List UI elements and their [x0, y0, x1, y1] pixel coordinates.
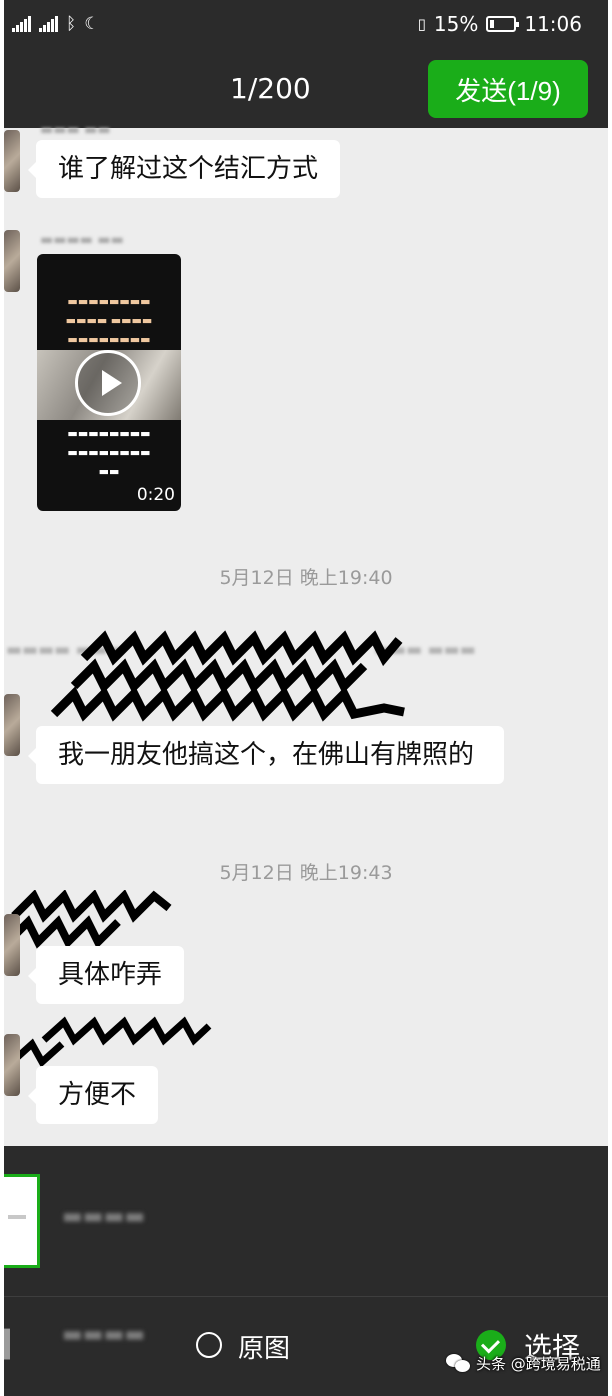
original-image-radio[interactable] [196, 1332, 222, 1358]
timestamp: 5月12日 晚上19:43 [219, 862, 393, 884]
avatar[interactable] [4, 914, 20, 976]
divider [4, 1296, 608, 1297]
sender-name-blurred: ▬▬▬▬ ▬▬ [40, 232, 124, 248]
selection-header: 1/200 发送(1/9) [4, 52, 608, 128]
bluetooth-icon: ᛒ [66, 14, 77, 34]
redaction-scribble [9, 1016, 212, 1068]
avatar[interactable] [4, 130, 20, 192]
message-text: 我一朋友他搞这个，在佛山有牌照的 [58, 740, 475, 770]
battery-icon [486, 16, 520, 32]
video-caption-bottom: ▬▬▬▬▬▬▬▬ ▬▬▬▬▬▬▬▬ ▬▬ [67, 427, 151, 478]
selected-thumbnail[interactable] [4, 1174, 40, 1268]
watermark-text: 头条 @跨境易税通 [476, 1354, 601, 1373]
video-caption-top: ▬▬▬▬▬▬▬▬ ▬▬▬▬ ▬▬▬▬ ▬▬▬▬▬▬▬▬ [65, 295, 153, 346]
message-text: 方便不 [58, 1080, 137, 1110]
battery-percent: 15% [433, 12, 479, 36]
message-bubble-3[interactable]: 具体咋弄 [27, 946, 185, 1004]
message-text: 谁了解过这个结汇方式 [58, 154, 319, 184]
selection-counter: 1/200 [230, 72, 311, 105]
watermark: 头条 @跨境易税通 [446, 1352, 601, 1374]
sender-name-blurred: ▬▬▬ ▬▬ [40, 122, 111, 138]
signal-icon-2 [39, 16, 58, 32]
moon-icon: ☾ [84, 14, 100, 34]
message-bubble-2[interactable]: 我一朋友他搞这个，在佛山有牌照的 [28, 726, 504, 784]
redaction-scribble [5, 890, 172, 949]
message-text: 具体咋弄 [58, 960, 163, 990]
send-button[interactable]: 发送(1/9) [428, 60, 588, 118]
video-duration: 0:20 [136, 485, 175, 505]
message-bubble-4[interactable]: 方便不 [27, 1066, 159, 1124]
vibrate-icon: ▯ [417, 15, 426, 33]
chat-area[interactable]: ▬▬▬ ▬▬ 谁了解过这个结汇方式 ▬▬▬▬ ▬▬ ▬▬▬▬▬▬▬▬ ▬▬▬▬ ▬… [4, 122, 608, 1146]
signal-icon [12, 16, 31, 32]
original-image-label[interactable]: 原图 [238, 1328, 290, 1365]
avatar[interactable] [4, 230, 20, 292]
edit-icon[interactable]: ▌ [4, 1330, 20, 1360]
timestamp: 5月12日 晚上19:40 [219, 567, 393, 589]
blurred-caption: ▬▬▬▬ [62, 1204, 146, 1229]
video-message[interactable]: ▬▬▬▬▬▬▬▬ ▬▬▬▬ ▬▬▬▬ ▬▬▬▬▬▬▬▬ ▬▬▬▬▬▬▬▬ ▬▬▬▬▬▬… [37, 254, 181, 511]
status-time: 11:06 [524, 12, 582, 36]
wechat-icon [446, 1352, 472, 1374]
status-left: ᛒ ☾ [12, 14, 99, 34]
play-icon[interactable] [75, 350, 141, 416]
screen: ᛒ ☾ ▯ 15% 11:06 1/200 发送(1/9) ▬▬▬ ▬▬ 谁了解… [4, 0, 608, 1396]
status-bar: ᛒ ☾ ▯ 15% 11:06 [4, 0, 608, 52]
status-right: ▯ 15% 11:06 [418, 12, 582, 36]
redaction-scribble [50, 630, 405, 722]
message-bubble-1[interactable]: 谁了解过这个结汇方式 [27, 140, 341, 198]
blurred-option: ▬▬▬▬ [62, 1322, 146, 1347]
avatar[interactable] [4, 1034, 20, 1096]
avatar[interactable] [4, 694, 20, 756]
